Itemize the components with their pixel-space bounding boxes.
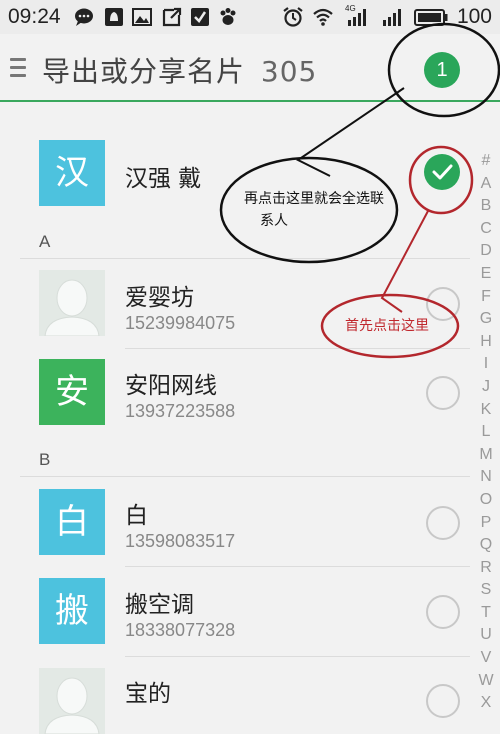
- index-letter[interactable]: A: [475, 173, 497, 196]
- contact-checkbox[interactable]: [426, 506, 460, 540]
- status-time: 09:24: [8, 5, 61, 28]
- avatar: 白: [39, 489, 105, 555]
- index-letter[interactable]: M: [475, 444, 497, 467]
- contact-name: 安阳网线: [125, 373, 217, 399]
- index-letter[interactable]: V: [475, 647, 497, 670]
- contact-count: 305: [260, 55, 318, 88]
- alphabet-index[interactable]: # A B C D E F G H I J K L M N O P Q R S T U V W X: [475, 150, 497, 715]
- index-letter[interactable]: J: [475, 376, 497, 399]
- menu-icon[interactable]: [10, 58, 26, 78]
- annotation-text-red: 首先点击这里: [345, 318, 429, 334]
- person-silhouette-icon: [39, 270, 105, 336]
- index-letter[interactable]: B: [475, 195, 497, 218]
- selected-checkbox[interactable]: [424, 154, 460, 190]
- battery-icon: [414, 9, 448, 26]
- check-icon: [432, 164, 453, 180]
- index-letter[interactable]: K: [475, 399, 497, 422]
- contact-name: 爱婴坊: [125, 285, 194, 311]
- index-letter[interactable]: E: [475, 263, 497, 286]
- annotation-line: 再点击这里就会全选联: [244, 191, 384, 207]
- person-silhouette-icon: [39, 668, 105, 734]
- page-title: 导出或分享名片 305: [42, 50, 317, 90]
- bell-icon: [105, 8, 123, 26]
- contact-phone: 13598083517: [125, 531, 236, 551]
- avatar: 安: [39, 359, 105, 425]
- divider: [125, 656, 470, 657]
- task-check-icon: [191, 8, 209, 26]
- contact-checkbox[interactable]: [426, 287, 460, 321]
- signal-icon-2: [383, 9, 401, 26]
- avatar-photo: [39, 668, 105, 734]
- index-letter[interactable]: U: [475, 624, 497, 647]
- index-letter[interactable]: D: [475, 240, 497, 263]
- alarm-icon: [283, 7, 303, 27]
- index-letter[interactable]: W: [475, 670, 497, 693]
- contact-name: 宝的: [125, 681, 171, 707]
- image-icon: [132, 8, 152, 26]
- share-icon: [162, 7, 182, 27]
- contact-name: 汉强 戴: [125, 166, 202, 192]
- index-letter[interactable]: I: [475, 353, 497, 376]
- select-all-button[interactable]: 1: [424, 52, 460, 88]
- index-letter[interactable]: Q: [475, 534, 497, 557]
- avatar-photo: [39, 270, 105, 336]
- index-letter[interactable]: N: [475, 466, 497, 489]
- index-letter[interactable]: G: [475, 308, 497, 331]
- annotation-pointer-red: [380, 210, 429, 313]
- divider: [20, 258, 470, 259]
- contact-name: 白: [125, 503, 148, 529]
- index-letter[interactable]: S: [475, 579, 497, 602]
- index-letter[interactable]: R: [475, 557, 497, 580]
- index-letter[interactable]: C: [475, 218, 497, 241]
- message-icon: [75, 8, 93, 26]
- avatar: 搬: [39, 578, 105, 644]
- contact-checkbox[interactable]: [426, 595, 460, 629]
- wifi-icon: [313, 8, 333, 26]
- contact-phone: 13937223588: [125, 401, 236, 421]
- signal-icon: [348, 9, 366, 26]
- divider: [125, 348, 470, 349]
- index-letter[interactable]: X: [475, 692, 497, 715]
- index-letter[interactable]: F: [475, 286, 497, 309]
- contact-checkbox[interactable]: [426, 376, 460, 410]
- index-letter[interactable]: T: [475, 602, 497, 625]
- index-letter[interactable]: H: [475, 331, 497, 354]
- divider: [125, 566, 470, 567]
- divider: [20, 476, 470, 477]
- title-text: 导出或分享名片: [42, 55, 246, 88]
- contact-name: 搬空调: [125, 592, 194, 618]
- status-bar: 09:24 4G 100: [0, 0, 500, 34]
- index-letter[interactable]: O: [475, 489, 497, 512]
- contact-phone: 18338077328: [125, 620, 236, 640]
- battery-percent: 100: [456, 5, 492, 28]
- contact-checkbox[interactable]: [426, 684, 460, 718]
- paw-icon: [220, 8, 236, 25]
- section-header-a: A: [39, 232, 51, 251]
- avatar: 汉: [39, 140, 105, 206]
- index-letter[interactable]: P: [475, 512, 497, 535]
- annotation-text-black: 再点击这里就会全选联 系人: [244, 188, 384, 232]
- section-header-b: B: [39, 450, 51, 469]
- index-letter[interactable]: L: [475, 421, 497, 444]
- contact-phone: 15239984075: [125, 313, 236, 333]
- annotation-line: 系人: [260, 213, 288, 229]
- index-letter[interactable]: #: [475, 150, 497, 173]
